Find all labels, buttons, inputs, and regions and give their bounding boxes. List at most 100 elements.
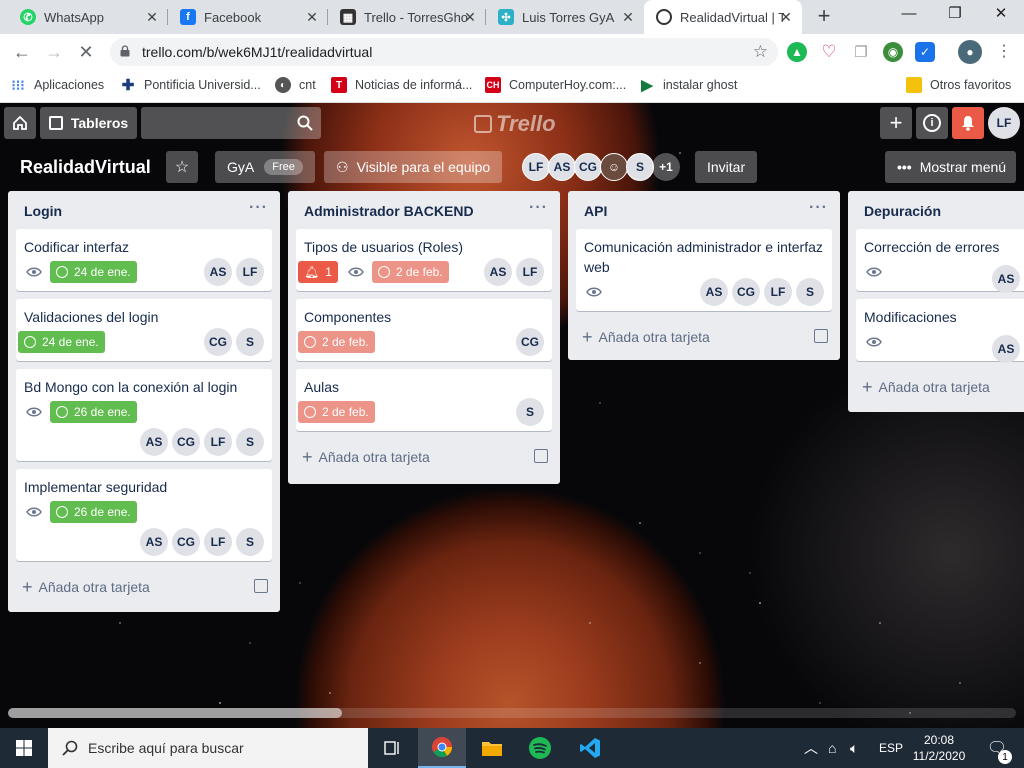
- volume-icon[interactable]: 🔈︎: [850, 728, 858, 768]
- task-view-button[interactable]: [368, 728, 416, 768]
- card[interactable]: Comunicación administrador e interfaz we…: [576, 229, 832, 311]
- board-search-input[interactable]: [141, 107, 321, 139]
- card[interactable]: Modificaciones AS C: [856, 299, 1024, 363]
- copy-icon[interactable]: ❐: [851, 42, 871, 62]
- card-member-avatar[interactable]: LF: [516, 258, 544, 286]
- member-avatar[interactable]: CG: [574, 153, 602, 181]
- due-date-badge[interactable]: 24 de ene.: [50, 261, 137, 283]
- card-member-avatar[interactable]: CG: [204, 328, 232, 356]
- add-card-button[interactable]: + Añada otra tarjeta: [568, 319, 840, 355]
- due-date-badge[interactable]: 26 de ene.: [50, 401, 137, 423]
- close-icon[interactable]: ✕: [144, 9, 160, 25]
- list-menu-icon[interactable]: ···: [249, 199, 268, 217]
- file-explorer-button[interactable]: [468, 728, 516, 768]
- card-member-avatar[interactable]: LF: [236, 258, 264, 286]
- team-button[interactable]: GyA Free: [215, 151, 315, 183]
- tab-luis-torres[interactable]: ✣ Luis Torres GyA ✕: [486, 0, 644, 34]
- start-button[interactable]: [0, 728, 48, 768]
- board-title[interactable]: RealidadVirtual: [20, 157, 151, 178]
- language-indicator[interactable]: ESP: [879, 728, 903, 768]
- due-date-badge[interactable]: 2 de feb.: [298, 331, 375, 353]
- card-member-avatar[interactable]: S: [236, 428, 264, 456]
- notifications-button[interactable]: [952, 107, 984, 139]
- card-template-icon[interactable]: [254, 579, 268, 593]
- card-member-avatar[interactable]: AS: [140, 528, 168, 556]
- star-board-button[interactable]: ☆: [166, 151, 198, 183]
- bookmark-instalar-ghost[interactable]: ▶ instalar ghost: [639, 77, 737, 94]
- add-card-button[interactable]: + Añada otra tarjeta: [848, 369, 1024, 405]
- card-member-avatar[interactable]: LF: [204, 528, 232, 556]
- visibility-button[interactable]: ⚇ Visible para el equipo: [324, 151, 503, 183]
- tab-trello-torresgho[interactable]: ▦ Trello - TorresGho ✕: [328, 0, 486, 34]
- spotify-button[interactable]: [516, 728, 564, 768]
- action-center-button[interactable]: 🗨︎ 1: [982, 728, 1012, 768]
- card-template-icon[interactable]: [534, 449, 548, 463]
- card[interactable]: Codificar interfaz 24 de ene. AS LF: [16, 229, 272, 291]
- due-date-badge[interactable]: 24 de ene.: [18, 331, 105, 353]
- bookmark-noticias[interactable]: T Noticias de informá...: [331, 77, 472, 93]
- show-menu-button[interactable]: ••• Mostrar menú: [885, 151, 1016, 183]
- member-avatar[interactable]: S: [626, 153, 654, 181]
- show-hidden-icons[interactable]: ︿: [804, 728, 818, 768]
- member-avatar[interactable]: LF: [522, 153, 550, 181]
- card-member-avatar[interactable]: LF: [204, 428, 232, 456]
- close-icon[interactable]: ✕: [778, 9, 794, 25]
- card-member-avatar[interactable]: AS: [992, 265, 1020, 293]
- info-button[interactable]: i: [916, 107, 948, 139]
- due-date-badge[interactable]: 2 de feb.: [298, 401, 375, 423]
- home-button[interactable]: [4, 107, 36, 139]
- horizontal-scrollbar[interactable]: [8, 708, 342, 718]
- list-header[interactable]: Depuración: [848, 191, 1024, 229]
- close-icon[interactable]: ✕: [462, 9, 478, 25]
- due-date-badge[interactable]: 2 de feb.: [371, 261, 449, 283]
- member-avatar-photo[interactable]: ☺: [600, 153, 628, 181]
- card[interactable]: Aulas 2 de feb. S: [296, 369, 552, 431]
- card-member-avatar[interactable]: S: [516, 398, 544, 426]
- clock[interactable]: 20:08 11/2/2020: [913, 728, 966, 768]
- card[interactable]: Corrección de errores AS C: [856, 229, 1024, 293]
- stop-loading-button[interactable]: ✕: [74, 40, 98, 64]
- card-member-avatar[interactable]: CG: [516, 328, 544, 356]
- card-member-avatar[interactable]: AS: [700, 278, 728, 306]
- card-template-icon[interactable]: [814, 329, 828, 343]
- card-member-avatar[interactable]: AS: [484, 258, 512, 286]
- card[interactable]: Bd Mongo con la conexión al login 26 de …: [16, 369, 272, 461]
- card[interactable]: Componentes 2 de feb. CG: [296, 299, 552, 361]
- close-icon[interactable]: ✕: [620, 9, 636, 25]
- vscode-button[interactable]: [566, 728, 614, 768]
- taskbar-search-input[interactable]: Escribe aquí para buscar: [48, 728, 368, 768]
- boards-button[interactable]: Tableros: [40, 107, 137, 139]
- address-bar[interactable]: trello.com/b/wek6MJ1t/realidadvirtual ☆: [110, 38, 778, 66]
- globe-extension-icon[interactable]: ◉: [883, 42, 903, 62]
- new-tab-button[interactable]: +: [812, 5, 836, 29]
- bookmark-star-icon[interactable]: ☆: [753, 42, 768, 62]
- bookmark-aplicaciones[interactable]: ⁝⁝⁝ Aplicaciones: [10, 77, 104, 93]
- bookmark-pontificia[interactable]: ✚ Pontificia Universid...: [120, 77, 261, 94]
- more-members-button[interactable]: +1: [652, 153, 680, 181]
- shield-icon[interactable]: ✓: [915, 42, 935, 62]
- profile-avatar[interactable]: ●: [958, 40, 982, 64]
- card-member-avatar[interactable]: LF: [764, 278, 792, 306]
- card-member-avatar[interactable]: S: [236, 328, 264, 356]
- heart-icon[interactable]: ♡: [819, 42, 839, 62]
- restore-button[interactable]: ❐: [932, 0, 978, 30]
- extension-green-icon[interactable]: ▲: [787, 42, 807, 62]
- card[interactable]: Validaciones del login 24 de ene. CG S: [16, 299, 272, 361]
- close-icon[interactable]: ✕: [304, 9, 320, 25]
- list-menu-icon[interactable]: ···: [529, 199, 548, 217]
- card-member-avatar[interactable]: AS: [140, 428, 168, 456]
- bookmark-computerhoy[interactable]: CH ComputerHoy.com:...: [485, 77, 626, 93]
- card-member-avatar[interactable]: CG: [172, 428, 200, 456]
- more-menu-icon[interactable]: ⋮: [992, 40, 1016, 64]
- card-member-avatar[interactable]: S: [236, 528, 264, 556]
- member-avatar[interactable]: AS: [548, 153, 576, 181]
- minimize-button[interactable]: —: [886, 0, 932, 30]
- card-member-avatar[interactable]: AS: [992, 335, 1020, 363]
- invite-button[interactable]: Invitar: [695, 151, 758, 183]
- close-window-button[interactable]: ✕: [978, 0, 1024, 30]
- card[interactable]: Tipos de usuarios (Roles) 🔔︎ 1 2 de feb. …: [296, 229, 552, 291]
- forward-button[interactable]: →: [42, 40, 66, 64]
- network-icon[interactable]: ⌂: [828, 728, 836, 768]
- card-member-avatar[interactable]: CG: [172, 528, 200, 556]
- due-date-badge[interactable]: 26 de ene.: [50, 501, 137, 523]
